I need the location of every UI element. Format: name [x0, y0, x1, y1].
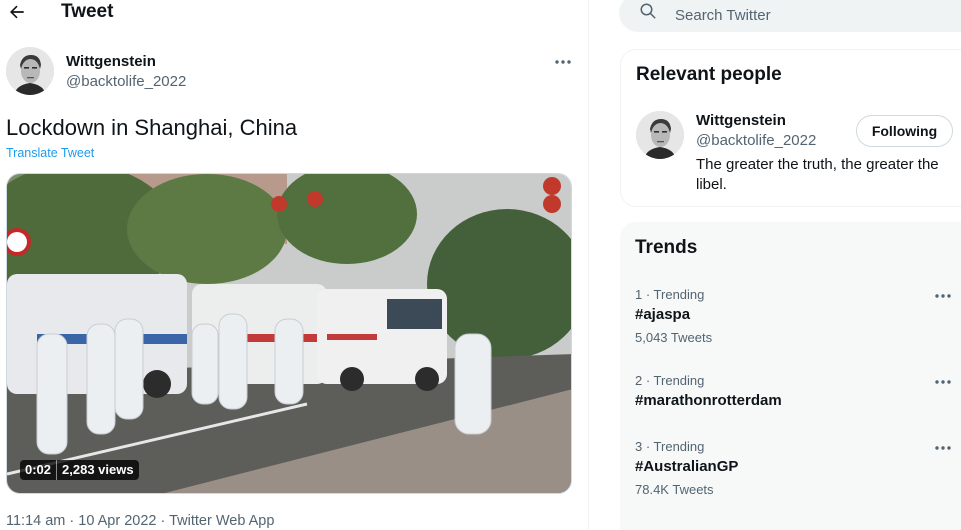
author-handle[interactable]: @backtolife_2022 [66, 73, 186, 91]
tweet-video[interactable]: 0:02 2,283 views [6, 173, 572, 494]
search-input[interactable] [675, 0, 955, 32]
page-title: Tweet [61, 1, 114, 22]
video-info-badge: 0:02 2,283 views [20, 460, 139, 480]
search-box[interactable] [619, 0, 961, 32]
arrow-left-icon [10, 5, 24, 19]
trend-tag: #AustralianGP [635, 458, 739, 475]
trend-meta: 1 · Trending [635, 287, 705, 302]
person-handle[interactable]: @backtolife_2022 [696, 132, 816, 150]
more-horizontal-icon [935, 380, 951, 384]
trend-more-button[interactable] [930, 374, 956, 390]
more-horizontal-icon [555, 60, 571, 64]
more-horizontal-icon [935, 446, 951, 450]
video-views: 2,283 views [62, 462, 134, 477]
relevant-people-card: Relevant people Wittgenstein @backtolife… [620, 49, 961, 207]
person-bio: The greater the truth, the greater the l… [696, 156, 939, 193]
more-horizontal-icon [935, 294, 951, 298]
video-frame [7, 174, 571, 493]
trend-count: 5,043 Tweets [635, 330, 713, 345]
trend-item[interactable]: 3 · Trending #AustralianGP 78.4K Tweets [620, 436, 961, 506]
tweet-timestamp[interactable]: 11:14 am · 10 Apr 2022 · Twitter Web App [6, 512, 274, 530]
video-duration: 0:02 [25, 462, 52, 477]
following-button[interactable]: Following [856, 115, 953, 147]
trend-count: 78.4K Tweets [635, 482, 714, 497]
back-button[interactable] [4, 0, 30, 24]
tweet-more-button[interactable] [550, 52, 576, 72]
trends-card: Trends 1 · Trending #ajaspa 5,043 Tweets… [620, 222, 961, 530]
right-sidebar: Relevant people Wittgenstein @backtolife… [589, 0, 961, 530]
trends-title: Trends [635, 237, 698, 258]
relevant-people-title: Relevant people [636, 64, 782, 85]
trend-more-button[interactable] [930, 440, 956, 456]
trend-tag: #marathonrotterdam [635, 392, 782, 409]
author-avatar[interactable] [6, 47, 54, 95]
tweet-text: Lockdown in Shanghai, China [6, 115, 298, 140]
trend-meta: 2 · Trending [635, 373, 705, 388]
page-header: Tweet [0, 0, 589, 26]
main-column: Tweet Wittgenstein @backtolife_2022 Lock… [0, 0, 589, 530]
trend-tag: #ajaspa [635, 306, 691, 323]
search-icon [640, 3, 656, 19]
trend-more-button[interactable] [930, 288, 956, 304]
author-name[interactable]: Wittgenstein [66, 53, 156, 71]
trend-meta: 3 · Trending [635, 439, 705, 454]
person-avatar[interactable] [636, 111, 684, 159]
translate-tweet-link[interactable]: Translate Tweet [6, 145, 94, 161]
person-name[interactable]: Wittgenstein [696, 112, 786, 130]
trend-item[interactable]: 1 · Trending #ajaspa 5,043 Tweets [620, 284, 961, 354]
trend-item[interactable]: 2 · Trending #marathonrotterdam [620, 370, 961, 420]
